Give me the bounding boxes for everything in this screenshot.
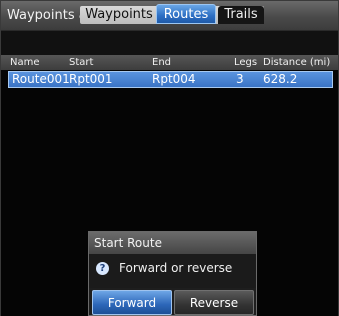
route-name: Route001 (12, 72, 70, 86)
tab-waypoints[interactable]: Waypoints (84, 6, 154, 24)
column-header-distance[interactable]: Distance (mi) (263, 55, 330, 70)
column-header-name[interactable]: Name (10, 55, 40, 70)
question-icon: ? (96, 262, 109, 275)
tab-routes[interactable]: Routes (156, 4, 216, 24)
dialog-title: Start Route (89, 232, 256, 254)
dialog-body: ? Forward or reverse (89, 254, 256, 288)
tab-bar (1, 31, 338, 55)
route-legs: 3 (236, 72, 244, 86)
route-distance: 628.2 (263, 72, 298, 86)
column-header-legs[interactable]: Legs (234, 55, 257, 70)
table-header: Name Start End Legs Distance (mi) (1, 55, 338, 70)
route-start: Rpt001 (69, 72, 113, 86)
reverse-button[interactable]: Reverse (174, 290, 254, 315)
column-header-start[interactable]: Start (69, 55, 93, 70)
forward-button[interactable]: Forward (92, 290, 172, 315)
route-end: Rpt004 (152, 72, 196, 86)
table-row[interactable]: Route001 Rpt001 Rpt004 3 628.2 (8, 71, 333, 88)
column-header-end[interactable]: End (152, 55, 171, 70)
tab-trails[interactable]: Trails (218, 6, 264, 24)
start-route-dialog: Start Route ? Forward or reverse Forward… (88, 231, 257, 316)
dialog-message: Forward or reverse (119, 261, 233, 275)
